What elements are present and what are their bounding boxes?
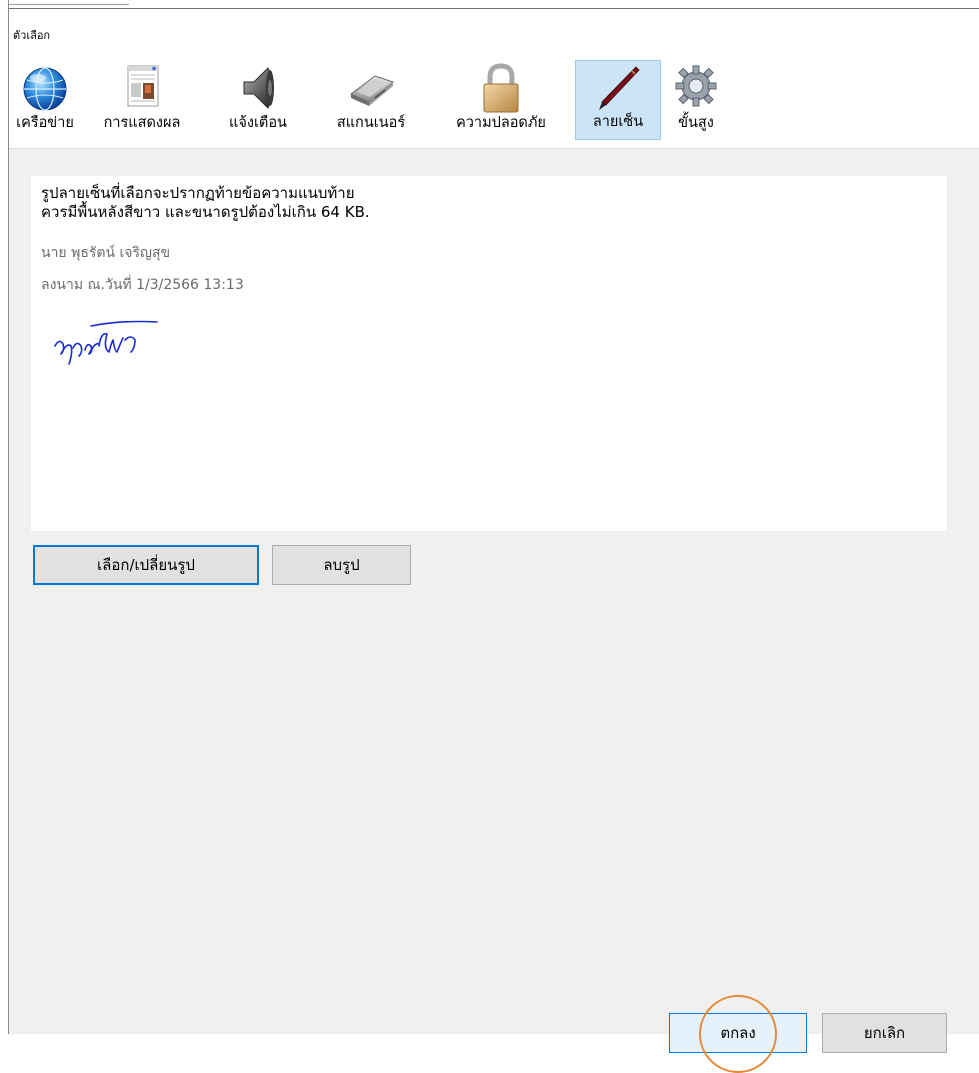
gear-icon <box>675 65 717 107</box>
instruction-line-1: รูปลายเซ็นที่เลือกจะปรากฏท้ายข้อความแนบท… <box>41 184 355 202</box>
globe-icon <box>23 67 67 111</box>
window-title: ตัวเลือก <box>13 29 51 42</box>
tab-signature-label: ลายเซ็น <box>592 114 644 130</box>
signature-preview-panel: รูปลายเซ็นที่เลือกจะปรากฏท้ายข้อความแนบท… <box>31 176 947 531</box>
speaker-icon <box>243 67 274 109</box>
signature-image <box>54 320 158 365</box>
display-icon <box>127 65 159 107</box>
title-bar: ตัวเลือก <box>9 0 979 52</box>
tab-scanner[interactable]: สแกนเนอร์ <box>315 60 427 140</box>
tab-display[interactable]: การแสดงผล <box>83 60 201 140</box>
ok-button[interactable]: ตกลง <box>669 1013 807 1053</box>
scanner-icon <box>350 75 395 106</box>
tab-security-label: ความปลอดภัย <box>456 115 546 131</box>
window-edge <box>9 0 129 5</box>
options-toolbar: เครือข่าย การแสดงผล แจ้งเตือน สแกนเนอร์ … <box>9 52 979 149</box>
tab-advanced-label: ขั้นสูง <box>678 115 714 131</box>
signer-name: นาย พุธรัตน์ เจริญสุข <box>41 245 171 261</box>
signed-date: ลงนาม ณ.วันที่ 1/3/2566 13:13 <box>41 277 244 293</box>
tab-notification[interactable]: แจ้งเตือน <box>205 60 311 140</box>
tab-advanced[interactable]: ขั้นสูง <box>663 60 729 140</box>
tab-notification-label: แจ้งเตือน <box>229 115 287 131</box>
pen-icon <box>599 66 640 110</box>
tab-signature[interactable]: ลายเซ็น <box>575 60 661 140</box>
remove-image-button[interactable]: ลบรูป <box>272 545 411 585</box>
instruction-line-2: ควรมีพื้นหลังสีขาว และขนาดรูปต้องไม่เกิน… <box>41 203 370 221</box>
tab-network[interactable]: เครือข่าย <box>11 60 79 140</box>
tab-security[interactable]: ความปลอดภัย <box>431 60 571 140</box>
tab-network-label: เครือข่าย <box>16 115 74 131</box>
tab-display-label: การแสดงผล <box>103 115 181 131</box>
signature-instructions: รูปลายเซ็นที่เลือกจะปรากฏท้ายข้อความแนบท… <box>41 184 370 222</box>
title-divider <box>9 8 979 9</box>
cancel-button[interactable]: ยกเลิก <box>822 1013 947 1053</box>
tab-scanner-label: สแกนเนอร์ <box>336 115 406 131</box>
options-dialog: ตัวเลือก เครือข่าย การแสดงผล แจ้งเตือน ส… <box>8 0 979 1073</box>
choose-image-button[interactable]: เลือก/เปลี่ยนรูป <box>33 545 259 585</box>
lock-icon <box>483 63 519 113</box>
